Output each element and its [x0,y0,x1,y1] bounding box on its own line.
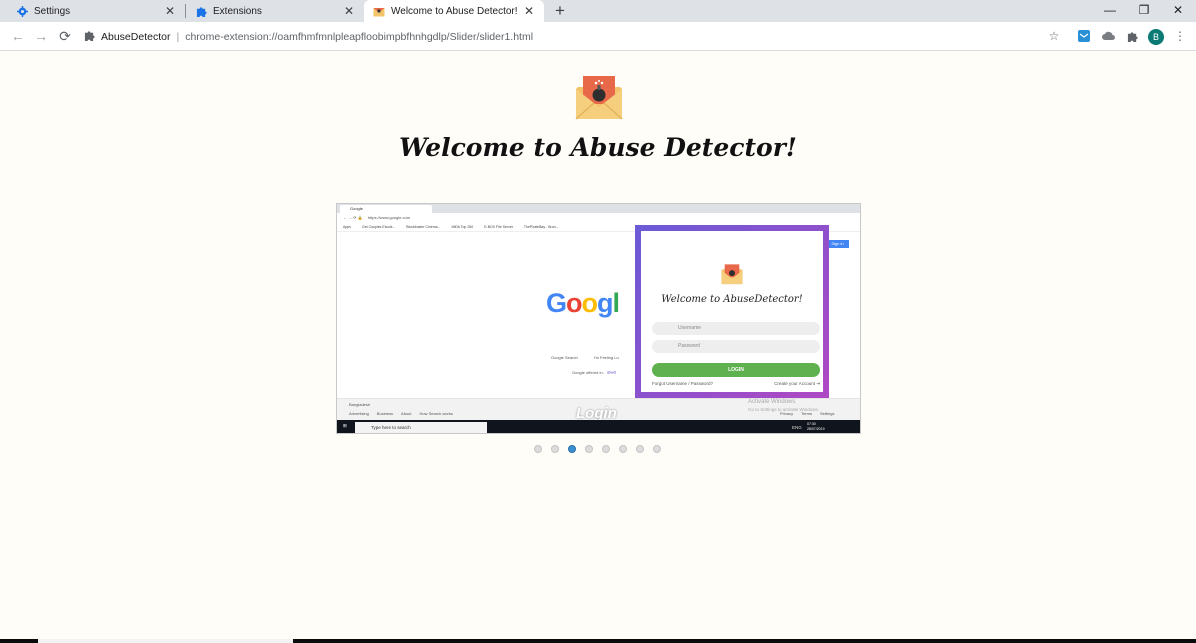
carousel-dot[interactable] [636,445,644,453]
gear-icon [16,5,28,17]
tab-label: Settings [34,5,71,17]
profile-avatar[interactable]: B [1148,29,1164,45]
tab-label: Welcome to Abuse Detector! [391,5,518,17]
close-tab-icon[interactable]: ✕ [342,4,356,18]
popup-password-field: Password [652,340,820,353]
slide-search-buttons: Google Search I'm Feeling Lu [551,355,619,360]
popup-logo-icon [721,264,743,285]
slide-toolbar: ← → ⟳ 🔒 https://www.google.com [337,213,860,223]
carousel-dot[interactable] [619,445,627,453]
browser-toolbar: ← → ⟳ AbuseDetector | chrome-extension:/… [0,22,1196,51]
close-tab-icon[interactable]: ✕ [522,4,536,18]
slide-bookmark: Blockbuster Cinema... [406,225,441,229]
address-bar[interactable]: AbuseDetector | chrome-extension://oamfh… [84,26,1074,47]
puzzle-icon [84,30,95,44]
slide-taskbar: ⊞ Type here to search ENG 07:30 28/07/201… [337,420,860,433]
carousel-dot-active[interactable] [568,445,576,453]
popup-title: Welcome to AbuseDetector! [661,294,803,305]
slide-lang: ENG [792,425,802,430]
back-button[interactable]: ← [10,28,26,44]
carousel-dot[interactable] [602,445,610,453]
carousel-dot[interactable] [551,445,559,453]
slider-image: Google ← → ⟳ 🔒 https://www.google.com Ap… [336,203,861,434]
abuse-detector-logo-icon [575,76,623,120]
slide-bookmark: Apps [343,225,351,229]
slide-offered-in: Google offered in: বাংলা [572,370,616,375]
new-tab-button[interactable]: + [552,2,568,20]
slide-bookmark: IMDb Top 250 [451,225,474,229]
page-content: Welcome to Abuse Detector! Google ← → ⟳ … [0,51,1196,639]
bottom-strip-segment [38,639,293,643]
slide-activate-windows: Activate Windows Go to Settings to activ… [748,399,820,412]
carousel-dot[interactable] [534,445,542,453]
tab-label: Extensions [213,5,262,17]
envelope-icon [373,5,385,17]
reload-button[interactable]: ⟳ [57,28,73,44]
browser-tab-bar: Settings ✕ Extensions ✕ Welcome to Abuse… [0,0,1196,22]
tab-extensions[interactable]: Extensions ✕ [179,0,364,22]
slide-tab: Google [340,205,432,213]
carousel-dots [534,445,661,455]
slide-bookmark: ThePirateBay - Bron... [523,225,559,229]
slide-nav-icons: ← → ⟳ 🔒 [343,215,363,220]
menu-kebab-icon[interactable]: ⋮ [1173,29,1187,43]
forward-button[interactable]: → [33,28,49,44]
slide-bookmark: E-BOX File Server [484,225,513,229]
slide-bookmark: Get Couples Ebook... [361,225,396,229]
extension-name: AbuseDetector [101,30,171,43]
slide-sign-in-button: Sign in [826,240,849,248]
puzzle-icon [195,5,207,17]
tab-settings[interactable]: Settings ✕ [0,0,185,22]
url-text: chrome-extension://oamfhmfmnlpleapfloobi… [185,30,534,43]
cloud-icon[interactable] [1101,29,1115,43]
slide-url: https://www.google.com [367,215,411,220]
popup-username-field: Username [652,322,820,335]
close-window-button[interactable]: ✕ [1161,0,1195,22]
windows-start-icon: ⊞ [343,423,347,428]
page-title: Welcome to Abuse Detector! [399,133,797,162]
minimize-button[interactable]: — [1093,0,1127,22]
extension-envelope-icon[interactable] [1077,29,1091,43]
popup-links: Forgot Username / Password? Create your … [652,381,820,386]
tab-welcome[interactable]: Welcome to Abuse Detector! ✕ [364,0,544,22]
bookmark-star-icon[interactable]: ☆ [1047,29,1061,43]
extensions-puzzle-icon[interactable] [1125,29,1139,43]
close-tab-icon[interactable]: ✕ [163,4,177,18]
restore-button[interactable]: ❐ [1127,0,1161,22]
slide-tab-bar: Google [337,204,860,213]
carousel-dot[interactable] [585,445,593,453]
separator: | [176,30,180,43]
google-logo: Googl [546,288,620,318]
slide-taskbar-search: Type here to search [355,422,487,433]
slide-login-popup: Welcome to AbuseDetector! Username Passw… [635,225,829,398]
popup-login-button: LOGIN [652,363,820,377]
carousel-dot[interactable] [653,445,661,453]
slide-clock: 07:30 28/07/2019 [807,422,825,431]
